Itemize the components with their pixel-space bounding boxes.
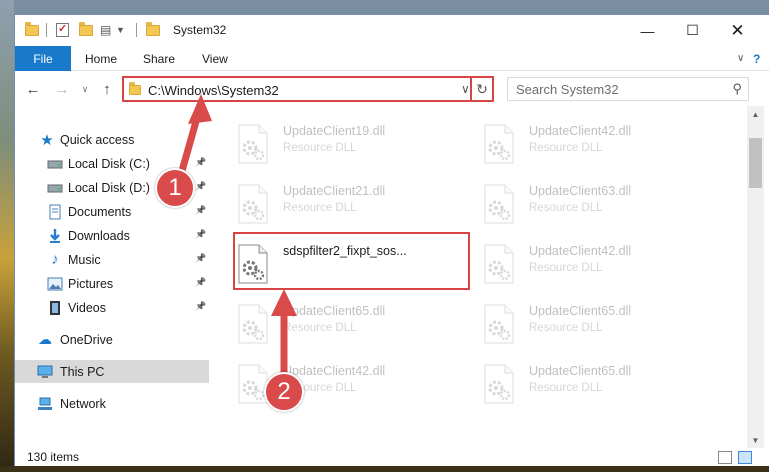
callout-arrowhead-1 (188, 94, 212, 124)
callout-badge-2: 2 (264, 372, 304, 412)
callout-arrowhead-2 (271, 289, 297, 316)
callout-badge-1: 1 (155, 168, 195, 208)
callout-arrows (176, 94, 297, 376)
